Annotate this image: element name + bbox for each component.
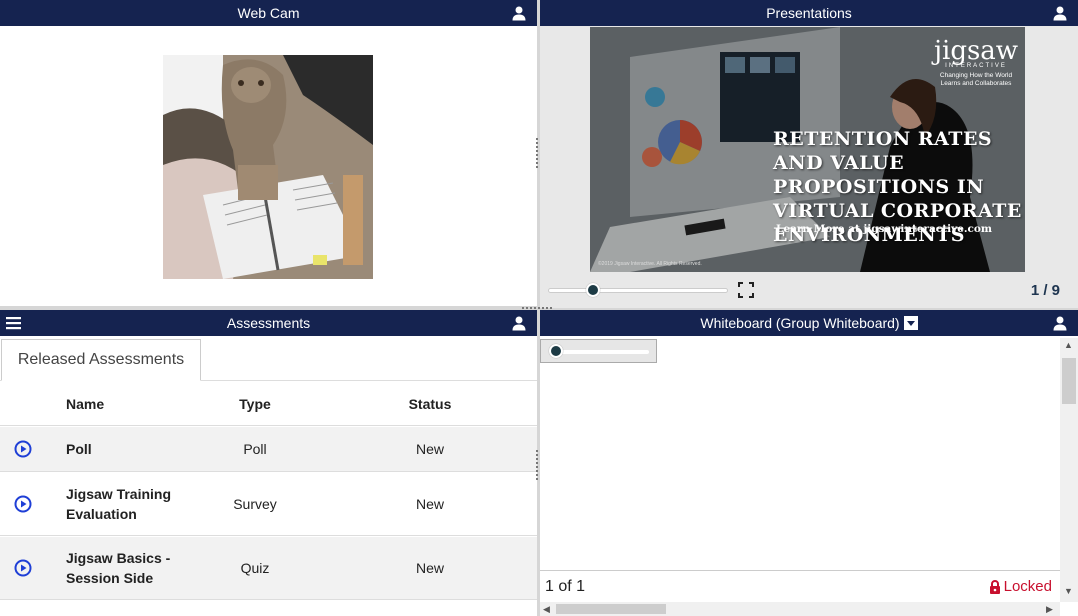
user-icon[interactable] <box>1052 5 1068 21</box>
table-header: Name Type Status <box>0 382 537 426</box>
table-row[interactable]: Jigsaw Training Evaluation Survey New <box>0 473 537 536</box>
presentations-panel: Presentations jigsaw INTERACTIVE Changin… <box>540 0 1078 308</box>
table-row[interactable]: Poll Poll New <box>0 427 537 472</box>
locked-label: Locked <box>1003 578 1052 595</box>
slide-copyright: ©2019 Jigsaw Interactive. All Rights Res… <box>598 261 702 267</box>
slide-progress-handle[interactable] <box>585 283 600 297</box>
fullscreen-icon[interactable] <box>738 282 754 298</box>
zoom-track[interactable] <box>553 350 649 354</box>
presentation-controls: 1 / 9 <box>540 272 1078 308</box>
scroll-right-arrow-icon[interactable]: ▶ <box>1046 604 1053 615</box>
lock-icon <box>989 579 1000 594</box>
webcam-header: Web Cam <box>0 0 537 26</box>
menu-icon[interactable] <box>6 316 21 330</box>
locked-status: Locked <box>989 578 1052 595</box>
assessment-status: New <box>415 496 444 512</box>
vertical-resize-grip-icon[interactable] <box>535 450 539 480</box>
presentations-title: Presentations <box>766 5 852 21</box>
jigsaw-logo: jigsaw INTERACTIVE Changing How the Worl… <box>930 36 1022 88</box>
assessment-type: Survey <box>233 496 277 512</box>
assessment-type: Quiz <box>240 560 270 576</box>
presentations-header: Presentations <box>540 0 1078 26</box>
column-header-status[interactable]: Status <box>370 396 490 412</box>
assessment-name: Jigsaw Training Evaluation <box>66 486 172 522</box>
vertical-scrollbar[interactable]: ▲ ▼ <box>1060 338 1078 602</box>
scroll-left-arrow-icon[interactable]: ◀ <box>543 604 550 615</box>
play-circle-icon[interactable] <box>14 495 32 513</box>
user-icon[interactable] <box>511 315 527 331</box>
column-header-name[interactable]: Name <box>66 396 104 412</box>
logo-text: jigsaw <box>933 36 1019 66</box>
webcam-title: Web Cam <box>237 5 300 21</box>
scroll-down-arrow-icon[interactable]: ▼ <box>1064 586 1073 596</box>
column-header-type[interactable]: Type <box>200 396 310 412</box>
whiteboard-title: Whiteboard (Group Whiteboard) <box>700 315 900 331</box>
assessment-name: Jigsaw Basics - Session Side <box>66 550 171 586</box>
vertical-resize-grip-icon[interactable] <box>535 138 539 168</box>
logo-tagline: Changing How the World Learns and Collab… <box>939 72 1013 87</box>
table-row[interactable]: Jigsaw Basics - Session Side Quiz New <box>0 537 537 600</box>
assessments-panel: Assessments Released Assessments Name Ty… <box>0 310 537 616</box>
caret-down-icon <box>906 321 915 326</box>
user-icon[interactable] <box>1052 315 1068 331</box>
play-circle-icon[interactable] <box>14 440 32 458</box>
slide-link-text: Learn More at jigsawinteractive.com <box>776 223 993 235</box>
whiteboard-canvas[interactable] <box>540 338 1060 570</box>
assessment-status: New <box>415 441 444 457</box>
scroll-up-arrow-icon[interactable]: ▲ <box>1064 340 1073 350</box>
zoom-handle[interactable] <box>549 344 563 358</box>
webcam-video-feed <box>163 55 373 279</box>
tab-released-assessments[interactable]: Released Assessments <box>1 339 201 381</box>
vertical-scroll-thumb[interactable] <box>1062 358 1076 404</box>
horizontal-scrollbar[interactable]: ◀ ▶ <box>540 602 1060 616</box>
webcam-panel: Web Cam <box>0 0 537 306</box>
horizontal-scroll-thumb[interactable] <box>556 604 666 614</box>
whiteboard-header: Whiteboard (Group Whiteboard) <box>540 310 1078 336</box>
slide-page-indicator: 1 / 9 <box>1030 282 1060 299</box>
assessments-tabbar: Released Assessments <box>0 338 537 381</box>
whiteboard-footer: 1 of 1 Locked <box>540 570 1060 602</box>
slide-progress-track[interactable] <box>548 283 728 297</box>
user-icon[interactable] <box>511 5 527 21</box>
whiteboard-dropdown-button[interactable] <box>903 316 918 330</box>
assessment-type: Poll <box>243 441 267 457</box>
whiteboard-panel: Whiteboard (Group Whiteboard) ▲ ▼ 1 of 1… <box>540 310 1078 616</box>
assessments-title: Assessments <box>226 315 311 331</box>
assessments-header: Assessments <box>0 310 537 336</box>
whiteboard-zoom-slider[interactable] <box>540 339 657 363</box>
presentation-slide[interactable]: jigsaw INTERACTIVE Changing How the Worl… <box>590 27 1025 272</box>
whiteboard-page-indicator: 1 of 1 <box>545 578 586 595</box>
play-circle-icon[interactable] <box>14 559 32 577</box>
assessment-status: New <box>415 560 444 576</box>
assessment-name: Poll <box>66 441 92 457</box>
